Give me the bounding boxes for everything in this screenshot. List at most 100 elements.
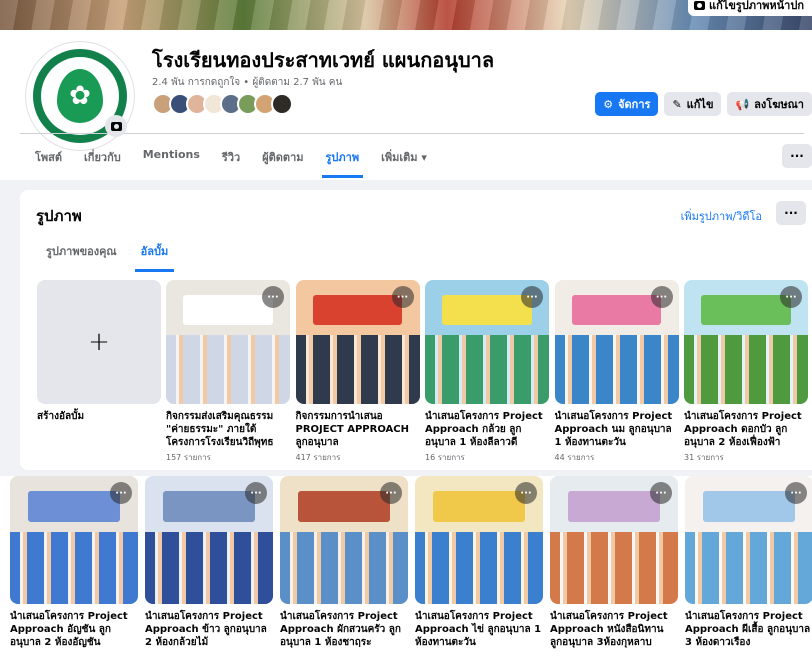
tab-3[interactable]: รีวิว bbox=[222, 148, 240, 178]
photo-banner bbox=[432, 491, 526, 523]
album-card[interactable]: ··· นำเสนอโครงการ Project Approach กล้วย … bbox=[425, 280, 549, 464]
album-thumbnail[interactable]: ··· bbox=[554, 280, 679, 404]
create-album-label[interactable]: สร้างอัลบั้ม bbox=[37, 410, 161, 423]
album-item-count: 44 รายการ bbox=[554, 453, 595, 462]
pencil-icon: ✎ bbox=[672, 97, 682, 111]
album-name[interactable]: นำเสนอโครงการ Project Approach ไข่ ลูกอน… bbox=[415, 610, 543, 649]
photo-banner bbox=[701, 294, 791, 325]
album-thumbnail[interactable]: ··· bbox=[10, 476, 138, 604]
album-thumbnail[interactable]: ··· bbox=[145, 476, 273, 604]
advertise-button[interactable]: 📢 ลงโฆษณา bbox=[727, 92, 812, 116]
subtab-0[interactable]: รูปภาพของคุณ bbox=[46, 242, 117, 272]
album-thumbnail[interactable]: ··· bbox=[684, 280, 808, 404]
album-card[interactable]: ··· นำเสนอโครงการ Project Approach หนังสื… bbox=[550, 476, 678, 649]
album-card[interactable]: ··· นำเสนอโครงการ Project Approach อัญชัน… bbox=[10, 476, 138, 649]
album-name[interactable]: นำเสนอโครงการ Project Approach ดอกบัว ลู… bbox=[684, 410, 808, 449]
photo-children bbox=[415, 532, 543, 604]
tab-0[interactable]: โพสต์ bbox=[35, 148, 62, 178]
album-options-button[interactable]: ··· bbox=[391, 286, 414, 308]
album-thumbnail[interactable]: ··· bbox=[685, 476, 812, 604]
album-thumbnail[interactable]: ··· bbox=[295, 280, 420, 404]
photo-children bbox=[554, 334, 679, 404]
album-card[interactable]: ··· นำเสนอโครงการ Project Approach ไข่ ลู… bbox=[415, 476, 543, 649]
page-tabs: โพสต์ เกี่ยวกับ Mentions รีวิว ผู้ติดตาม รูปภ… bbox=[35, 148, 427, 178]
album-card[interactable]: ··· นำเสนอโครงการ Project Approach นม ลูก… bbox=[554, 280, 679, 464]
photo-banner bbox=[567, 491, 661, 523]
page-title: โรงเรียนทองประสาทเวทย์ แผนกอนุบาล bbox=[152, 48, 495, 72]
album-options-button[interactable]: ··· bbox=[515, 482, 537, 504]
tabs-more-button[interactable]: ··· bbox=[782, 144, 812, 168]
follower-avatar[interactable] bbox=[271, 93, 293, 115]
photo-children bbox=[145, 532, 273, 604]
album-card[interactable]: ··· นำเสนอโครงการ Project Approach ผีเสื้… bbox=[685, 476, 812, 649]
photos-more-button[interactable]: ··· bbox=[776, 201, 806, 225]
camera-icon bbox=[110, 121, 122, 131]
photo-children bbox=[550, 532, 678, 604]
album-thumbnail[interactable]: ··· bbox=[166, 280, 290, 404]
photo-children bbox=[684, 334, 808, 404]
album-thumbnail[interactable]: ··· bbox=[415, 476, 543, 604]
update-profile-picture-button[interactable] bbox=[105, 115, 127, 137]
album-card[interactable]: ··· กิจกรรมส่งเสริมคุณธรรม "ค่ายธรรมะ" ภา… bbox=[166, 280, 290, 464]
album-name[interactable]: นำเสนอโครงการ Project Approach ผักสวนครั… bbox=[280, 610, 408, 649]
megaphone-icon: 📢 bbox=[735, 97, 750, 111]
plus-icon: + bbox=[88, 327, 110, 357]
photo-children bbox=[10, 532, 138, 604]
album-item-count: 31 รายการ bbox=[684, 453, 724, 462]
album-thumbnail[interactable]: ··· bbox=[280, 476, 408, 604]
gear-icon: ⚙ bbox=[603, 97, 614, 111]
photo-banner bbox=[297, 491, 391, 523]
album-name[interactable]: กิจกรรมการนำเสนอ PROJECT APPROACH ลูกอนุ… bbox=[296, 410, 420, 449]
add-photos-link[interactable]: เพิ่มรูปภาพ/วิดีโอ bbox=[681, 207, 762, 225]
album-card[interactable]: ··· นำเสนอโครงการ Project Approach ดอกบัว… bbox=[684, 280, 808, 464]
album-options-button[interactable]: ··· bbox=[780, 286, 802, 308]
album-thumbnail[interactable]: ··· bbox=[425, 280, 549, 404]
album-name[interactable]: นำเสนอโครงการ Project Approach หนังสือนิ… bbox=[550, 610, 678, 649]
album-name[interactable]: นำเสนอโครงการ Project Approach อัญชัน ลู… bbox=[10, 610, 138, 649]
album-row-2: ··· นำเสนอโครงการ Project Approach อัญชัน… bbox=[0, 476, 812, 658]
photo-banner bbox=[183, 294, 273, 325]
create-album-tile[interactable]: + bbox=[37, 280, 161, 404]
edit-cover-label: แก้ไขรูปภาพหน้าปก bbox=[709, 0, 804, 12]
album-name[interactable]: กิจกรรมส่งเสริมคุณธรรม "ค่ายธรรมะ" ภายใต… bbox=[166, 410, 290, 449]
photo-banner bbox=[571, 294, 662, 325]
manage-button[interactable]: ⚙ จัดการ bbox=[595, 92, 659, 116]
album-card[interactable]: ··· นำเสนอโครงการ Project Approach ผักสวน… bbox=[280, 476, 408, 649]
tab-6[interactable]: เพิ่มเติม ▾ bbox=[381, 148, 427, 178]
album-name[interactable]: นำเสนอโครงการ Project Approach กล้วย ลูก… bbox=[425, 410, 549, 449]
tab-1[interactable]: เกี่ยวกับ bbox=[84, 148, 121, 178]
flower-icon: ✿ bbox=[69, 81, 91, 111]
album-options-button[interactable]: ··· bbox=[650, 286, 673, 308]
photo-banner bbox=[442, 294, 532, 325]
album-options-button[interactable]: ··· bbox=[785, 482, 807, 504]
album-card[interactable]: ··· กิจกรรมการนำเสนอ PROJECT APPROACH ลูก… bbox=[295, 280, 420, 464]
album-options-button[interactable]: ··· bbox=[380, 482, 402, 504]
create-album[interactable]: + สร้างอัลบั้ม bbox=[37, 280, 161, 423]
album-thumbnail[interactable]: ··· bbox=[550, 476, 678, 604]
photo-banner bbox=[702, 491, 796, 523]
tab-2[interactable]: Mentions bbox=[143, 148, 200, 178]
photo-banner bbox=[312, 294, 403, 325]
album-card[interactable]: ··· นำเสนอโครงการ Project Approach ข้าว ล… bbox=[145, 476, 273, 649]
album-name[interactable]: นำเสนอโครงการ Project Approach ข้าว ลูกอ… bbox=[145, 610, 273, 649]
album-item-count: 157 รายการ bbox=[166, 453, 211, 462]
follower-avatars[interactable] bbox=[152, 93, 293, 115]
tab-5[interactable]: รูปภาพ bbox=[321, 148, 363, 178]
album-options-button[interactable]: ··· bbox=[650, 482, 672, 504]
edit-cover-button[interactable]: แก้ไขรูปภาพหน้าปก bbox=[688, 0, 812, 16]
album-options-button[interactable]: ··· bbox=[521, 286, 543, 308]
header-divider bbox=[20, 133, 804, 134]
photos-title: รูปภาพ bbox=[36, 207, 82, 225]
album-name[interactable]: นำเสนอโครงการ Project Approach นม ลูกอนุ… bbox=[555, 410, 679, 449]
album-options-button[interactable]: ··· bbox=[262, 286, 284, 308]
edit-page-button[interactable]: ✎ แก้ไข bbox=[664, 92, 722, 116]
photo-banner bbox=[27, 491, 121, 523]
photo-banner bbox=[162, 491, 256, 523]
page-stats[interactable]: 2.4 พัน การกดถูกใจ • ผู้ติดตาม 2.7 พัน ค… bbox=[152, 75, 342, 90]
album-options-button[interactable]: ··· bbox=[110, 482, 132, 504]
tab-4[interactable]: ผู้ติดตาม bbox=[262, 148, 303, 178]
album-name[interactable]: นำเสนอโครงการ Project Approach ผีเสื้อ ล… bbox=[685, 610, 812, 649]
album-options-button[interactable]: ··· bbox=[245, 482, 267, 504]
subtab-1[interactable]: อัลบั้ม bbox=[134, 242, 174, 272]
photo-children bbox=[425, 334, 549, 404]
